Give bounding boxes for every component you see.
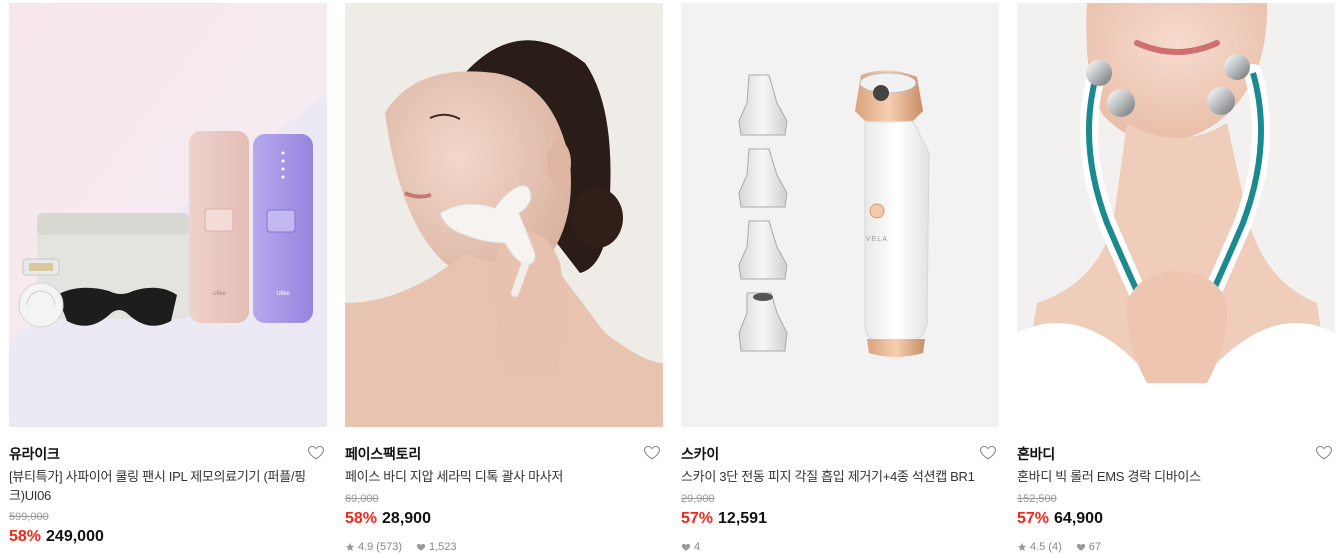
original-price: 599,000 (9, 511, 49, 523)
heart-filled-icon (1076, 543, 1085, 551)
price-row: 57% 12,591 (681, 510, 767, 528)
rating-value: 4.5 (1030, 541, 1046, 553)
product-name[interactable]: 스카이 3단 전동 피지 각질 흡입 제거기+4종 석션캡 BR1 (681, 467, 986, 486)
heart-outline-icon[interactable] (643, 443, 661, 461)
star-icon (345, 542, 355, 551)
like-count: 4 (694, 541, 701, 553)
price-row: 58% 249,000 (9, 528, 104, 546)
product-image[interactable]: VELA (681, 3, 999, 427)
sale-price: 249,000 (46, 528, 104, 545)
heart-filled-icon (681, 543, 691, 551)
sale-price: 12,591 (718, 510, 767, 527)
product-stats: 4.9 (573) 1,523 (345, 541, 457, 553)
original-price: 29,900 (681, 493, 715, 505)
original-price: 152,500 (1017, 493, 1057, 505)
device-label: VELA (866, 236, 888, 243)
rating-value: 4.9 (358, 541, 374, 553)
product-name[interactable]: [뷰티특가] 사파이어 쿨링 팬시 IPL 제모의료기기 (퍼플/핑크)UI06 (9, 467, 314, 505)
discount-rate: 57% (1017, 510, 1050, 527)
discount-rate: 58% (9, 528, 42, 545)
review-count: (4) (1048, 541, 1062, 553)
product-stats: 4.5 (4) 67 (1017, 541, 1101, 553)
price-row: 57% 64,900 (1017, 510, 1103, 528)
original-price: 69,000 (345, 493, 379, 505)
star-icon (1017, 542, 1027, 551)
brand-name[interactable]: 스카이 (681, 444, 719, 464)
brand-name[interactable]: 페이스팩토리 (345, 444, 421, 464)
sale-price: 28,900 (382, 510, 431, 527)
product-image[interactable] (1017, 3, 1335, 427)
product-name[interactable]: 페이스 바디 지압 세라믹 디톡 괄사 마사저 (345, 467, 650, 486)
discount-rate: 57% (681, 510, 714, 527)
product-name[interactable]: 혼바디 빅 롤러 EMS 경락 디바이스 (1017, 467, 1322, 486)
sale-price: 64,900 (1054, 510, 1103, 527)
heart-outline-icon[interactable] (307, 443, 325, 461)
price-row: 58% 28,900 (345, 510, 431, 528)
heart-outline-icon[interactable] (1315, 443, 1333, 461)
brand-name[interactable]: 유라이크 (9, 444, 60, 464)
like-count: 1,523 (428, 541, 457, 553)
like-count: 67 (1088, 541, 1101, 553)
product-image[interactable]: Ulike Ulike (9, 3, 327, 427)
device-label: Ulike (276, 291, 290, 297)
device-label: Ulike (212, 291, 226, 297)
product-grid: Ulike Ulike 유라이크 [뷰티특가] 사파이어 쿨링 팬시 IPL 제… (0, 0, 1342, 558)
product-image[interactable] (345, 3, 663, 427)
product-stats: 4 (681, 541, 700, 553)
heart-filled-icon (416, 543, 426, 551)
brand-name[interactable]: 혼바디 (1017, 444, 1055, 464)
heart-outline-icon[interactable] (979, 443, 997, 461)
discount-rate: 58% (345, 510, 378, 527)
review-count: (573) (376, 541, 402, 553)
